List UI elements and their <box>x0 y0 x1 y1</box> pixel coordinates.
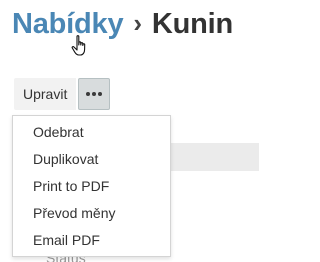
menu-item-print-to-pdf[interactable]: Print to PDF <box>13 173 170 200</box>
menu-item-currency-conversion[interactable]: Převod měny <box>13 200 170 227</box>
breadcrumb-separator: › <box>133 7 142 38</box>
menu-item-email-pdf[interactable]: Email PDF <box>13 227 170 254</box>
breadcrumb-link-offers[interactable]: Nabídky <box>12 8 124 41</box>
edit-button[interactable]: Upravit <box>14 78 77 110</box>
page-title: Kunin <box>151 7 234 40</box>
more-actions-button[interactable] <box>78 78 111 110</box>
menu-item-remove[interactable]: Odebrat <box>13 119 170 146</box>
more-actions-dropdown: Odebrat Duplikovat Print to PDF Převod m… <box>12 115 171 257</box>
page: Nabídky › Kunin Upravit Status Odebrat D… <box>0 0 259 262</box>
hand-cursor-icon <box>71 35 86 56</box>
breadcrumb: Nabídky › Kunin <box>12 4 233 44</box>
menu-item-duplicate[interactable]: Duplikovat <box>13 146 170 173</box>
ellipsis-icon <box>86 92 103 96</box>
toolbar: Upravit <box>14 78 111 110</box>
